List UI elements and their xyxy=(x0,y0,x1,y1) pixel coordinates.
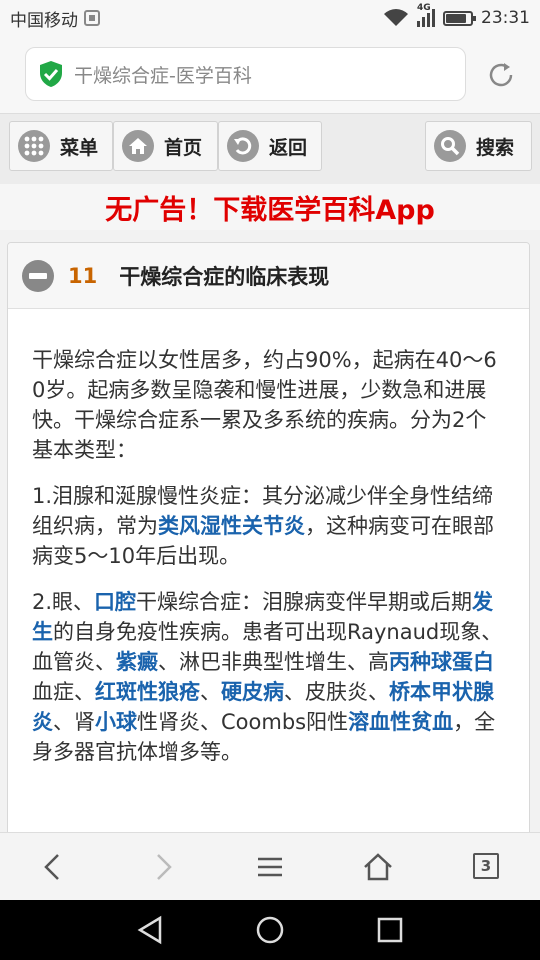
system-home-icon[interactable] xyxy=(254,914,286,946)
menu-label: 菜单 xyxy=(60,136,99,159)
search-button[interactable]: 搜索 xyxy=(425,121,532,171)
paragraph-text: 血症、 xyxy=(32,680,95,704)
link-glomerulus[interactable]: 小球 xyxy=(95,710,137,734)
paragraph-text: 、 xyxy=(200,680,221,704)
link-gamma-globulin[interactable]: 丙种球蛋白 xyxy=(389,650,494,674)
refresh-icon[interactable] xyxy=(486,60,516,90)
content-section: 11 干燥综合症的临床表现 干燥综合症以女性居多，约占90%，起病在40～60岁… xyxy=(7,242,530,842)
back-icon[interactable] xyxy=(38,851,70,883)
paragraph-text: 、淋巴非典型性增生、高 xyxy=(158,650,389,674)
home-icon xyxy=(122,130,154,162)
search-icon xyxy=(434,130,466,162)
home-button[interactable]: 首页 xyxy=(113,121,218,171)
grid-icon xyxy=(18,130,50,162)
collapse-icon[interactable] xyxy=(22,259,54,292)
section-number: 11 xyxy=(68,263,98,288)
link-hemolytic-anemia[interactable]: 溶血性贫血 xyxy=(348,710,453,734)
back-label: 返回 xyxy=(269,136,308,159)
search-label: 搜索 xyxy=(476,136,515,159)
signal-icon: 4G xyxy=(417,3,435,27)
paragraph: 干燥综合症以女性居多，约占90%，起病在40～60岁。起病多数呈隐袭和慢性进展，… xyxy=(32,345,507,465)
paragraph-text: 、皮肤炎、 xyxy=(284,680,389,704)
network-type: 4G xyxy=(417,3,431,13)
paragraph-text: 干燥综合症：泪腺病变伴早期或后期 xyxy=(136,590,473,614)
menu-icon[interactable] xyxy=(254,851,286,883)
link-scleroderma[interactable]: 硬皮病 xyxy=(221,680,284,704)
clock: 23:31 xyxy=(481,8,530,28)
battery-icon xyxy=(443,10,476,26)
page-url-title: 干燥综合症-医学百科 xyxy=(74,64,252,87)
section-body: 干燥综合症以女性居多，约占90%，起病在40～60岁。起病多数呈隐袭和慢性进展，… xyxy=(8,309,529,767)
sim-icon xyxy=(84,10,100,26)
paragraph: 1.泪腺和涎腺慢性炎症：其分泌减少伴全身性结缔组织病，常为类风湿性关节炎，这种病… xyxy=(32,481,507,571)
paragraph-text: 、肾 xyxy=(53,710,95,734)
status-bar: 中国移动 4G 23:31 xyxy=(0,0,540,36)
browser-toolbar: 3 xyxy=(0,832,540,900)
paragraph-text: 性肾炎、Coombs阳性 xyxy=(137,710,349,734)
app-download-banner[interactable]: 无广告！下载医学百科App xyxy=(0,184,540,230)
back-arrow-icon xyxy=(227,130,259,162)
back-button[interactable]: 返回 xyxy=(218,121,322,171)
paragraph-text: 干燥综合症以女性居多，约占90%，起病在40～60岁。起病多数呈隐袭和慢性进展，… xyxy=(32,348,497,462)
link-rheumatoid-arthritis[interactable]: 类风湿性关节炎 xyxy=(158,514,305,538)
carrier-name: 中国移动 xyxy=(10,10,78,31)
section-title: 干燥综合症的临床表现 xyxy=(119,264,330,289)
system-recents-icon[interactable] xyxy=(374,914,406,946)
status-icons: 4G 23:31 xyxy=(383,3,530,28)
link-purpura[interactable]: 紫癜 xyxy=(116,650,158,674)
home-icon[interactable] xyxy=(362,851,394,883)
home-label: 首页 xyxy=(164,136,203,159)
address-bar-area: 干燥综合症-医学百科 xyxy=(0,36,540,114)
banner-text: 无广告！下载医学百科App xyxy=(105,194,435,226)
paragraph-text: 2.眼、 xyxy=(32,590,95,614)
paragraph: 2.眼、口腔干燥综合症：泪腺病变伴早期或后期发生的自身免疫性疾病。患者可出现Ra… xyxy=(32,587,507,767)
forward-icon[interactable] xyxy=(146,851,178,883)
carrier-group: 中国移动 xyxy=(10,6,100,31)
link-oral-cavity[interactable]: 口腔 xyxy=(94,590,136,614)
secure-shield-icon xyxy=(40,61,62,87)
system-nav-bar xyxy=(0,900,540,960)
menu-button[interactable]: 菜单 xyxy=(9,121,113,171)
tabs-count-button[interactable]: 3 xyxy=(473,853,499,879)
address-bar[interactable]: 干燥综合症-医学百科 xyxy=(25,47,466,101)
site-nav: 菜单 首页 返回 搜索 xyxy=(0,114,540,184)
section-header[interactable]: 11 干燥综合症的临床表现 xyxy=(8,243,529,309)
link-lupus[interactable]: 红斑性狼疮 xyxy=(95,680,200,704)
wifi-icon xyxy=(384,9,408,26)
system-back-icon[interactable] xyxy=(134,914,166,946)
